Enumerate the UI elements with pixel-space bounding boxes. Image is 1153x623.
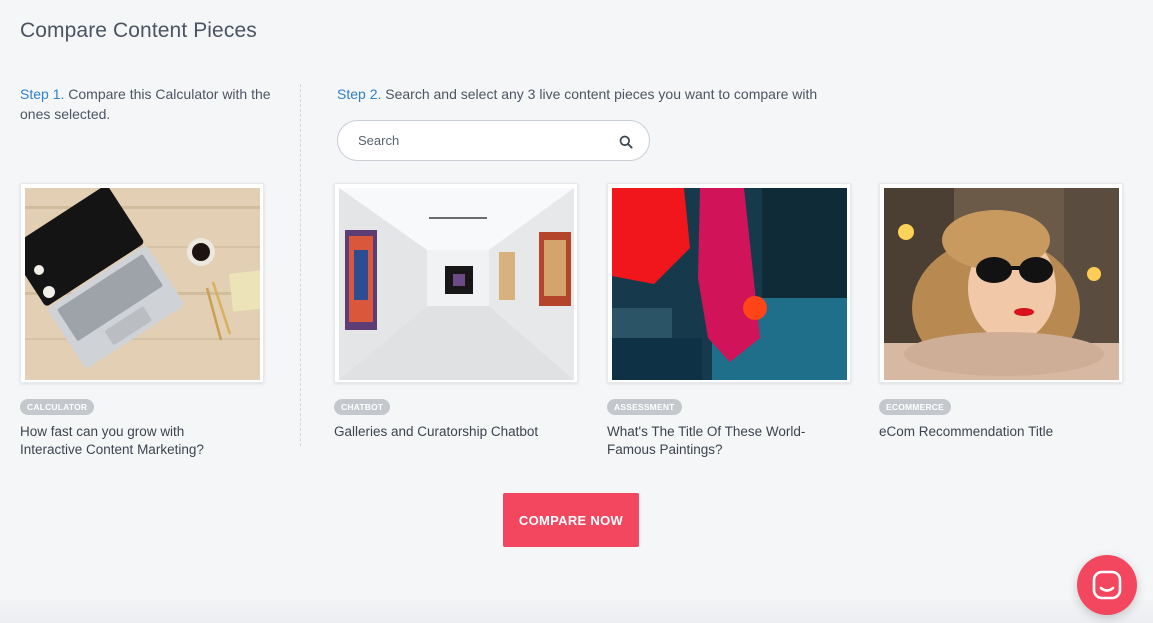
content-title: Galleries and Curatorship Chatbot [334,424,539,439]
laptop-on-desk-image [20,183,264,383]
step2-label: Step 2. [337,86,382,102]
woman-sunglasses-image [879,183,1123,383]
step-divider [300,84,301,446]
step1-label: Step 1. [20,86,65,102]
content-type-badge: CALCULATOR [20,399,95,415]
abstract-painting-image [607,183,851,383]
compare-content-card[interactable]: ECOMMERCE eCom Recommendation Title [879,183,1123,463]
compare-content-card[interactable]: CHATBOT Galleries and Curatorship Chatbo… [334,183,578,463]
chat-launcher-button[interactable] [1077,555,1137,615]
art-gallery-image [334,183,578,383]
content-title: What's The Title Of These World-Famous P… [607,424,806,457]
content-type-badge: ECOMMERCE [879,399,951,415]
step1-instructions: Step 1. Compare this Calculator with the… [20,84,290,124]
search-box [337,120,650,161]
content-title: How fast can you grow with Interactive C… [20,424,204,457]
content-type-badge: CHATBOT [334,399,391,415]
page-title: Compare Content Pieces [20,19,257,42]
search-input[interactable] [358,121,608,160]
footer-strip [0,600,1153,623]
compare-now-button[interactable]: COMPARE NOW [503,493,639,547]
content-type-badge: ASSESSMENT [607,399,682,415]
content-title: eCom Recommendation Title [879,424,1054,439]
search-icon[interactable] [619,135,633,149]
compare-content-card[interactable]: ASSESSMENT What's The Title Of These Wor… [607,183,851,463]
step2-text: Search and select any 3 live content pie… [381,86,818,102]
step2-instructions: Step 2. Search and select any 3 live con… [337,84,1097,104]
selected-content-card: CALCULATOR How fast can you grow with In… [20,183,264,463]
